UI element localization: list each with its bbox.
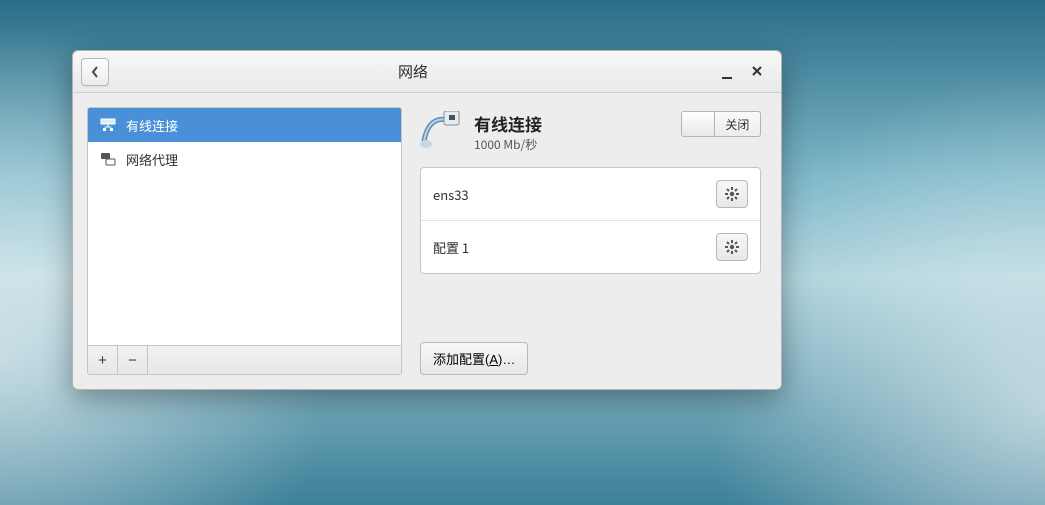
minimize-icon bbox=[721, 68, 733, 80]
wired-icon bbox=[100, 117, 116, 133]
minus-icon: − bbox=[128, 352, 137, 369]
network-settings-window: 网络 bbox=[72, 50, 782, 390]
switch-label: 关闭 bbox=[715, 112, 760, 136]
connection-row[interactable]: ens33 bbox=[421, 168, 760, 220]
titlebar: 网络 bbox=[73, 51, 781, 93]
sidebar-item-wired[interactable]: 有线连接 bbox=[88, 108, 401, 142]
connection-settings-button[interactable] bbox=[716, 180, 748, 208]
connection-row[interactable]: 配置 1 bbox=[421, 220, 760, 273]
add-profile-label-post: )… bbox=[498, 352, 515, 367]
sidebar-item-label: 有线连接 bbox=[126, 116, 178, 135]
connection-switch[interactable]: 关闭 bbox=[681, 111, 761, 137]
back-button[interactable] bbox=[81, 58, 109, 86]
proxy-icon bbox=[100, 151, 116, 167]
remove-connection-button[interactable]: − bbox=[118, 346, 148, 374]
connection-list: ens33 配置 1 bbox=[420, 167, 761, 274]
sidebar: 有线连接 网络代理 + − bbox=[87, 107, 402, 375]
connection-settings-button[interactable] bbox=[716, 233, 748, 261]
gear-icon bbox=[724, 186, 740, 202]
close-icon bbox=[751, 65, 763, 77]
minimize-button[interactable] bbox=[721, 68, 733, 81]
sidebar-item-label: 网络代理 bbox=[126, 150, 178, 169]
content: 有线连接 网络代理 + − bbox=[73, 93, 781, 389]
detail-title: 有线连接 bbox=[474, 111, 671, 136]
window-controls bbox=[717, 65, 773, 78]
chevron-left-icon bbox=[90, 65, 100, 79]
detail-footer: 添加配置(A)… bbox=[420, 342, 761, 375]
gear-icon bbox=[724, 239, 740, 255]
wired-large-icon bbox=[420, 111, 464, 151]
plus-icon: + bbox=[98, 352, 107, 369]
add-connection-button[interactable]: + bbox=[88, 346, 118, 374]
switch-knob bbox=[682, 112, 715, 136]
detail-subtitle: 1000 Mb/秒 bbox=[474, 136, 671, 153]
add-profile-accel: A bbox=[489, 352, 498, 367]
detail-header: 有线连接 1000 Mb/秒 关闭 bbox=[420, 111, 761, 153]
connection-name: 配置 1 bbox=[433, 238, 469, 257]
add-profile-button[interactable]: 添加配置(A)… bbox=[420, 342, 528, 375]
page-title: 网络 bbox=[109, 61, 717, 82]
sidebar-item-proxy[interactable]: 网络代理 bbox=[88, 142, 401, 176]
add-profile-label-pre: 添加配置( bbox=[433, 352, 489, 367]
sidebar-toolbar: + − bbox=[87, 345, 402, 375]
detail-panel: 有线连接 1000 Mb/秒 关闭 ens33 bbox=[418, 107, 767, 375]
connection-name: ens33 bbox=[433, 185, 469, 204]
close-button[interactable] bbox=[751, 65, 763, 78]
sidebar-list: 有线连接 网络代理 bbox=[87, 107, 402, 345]
